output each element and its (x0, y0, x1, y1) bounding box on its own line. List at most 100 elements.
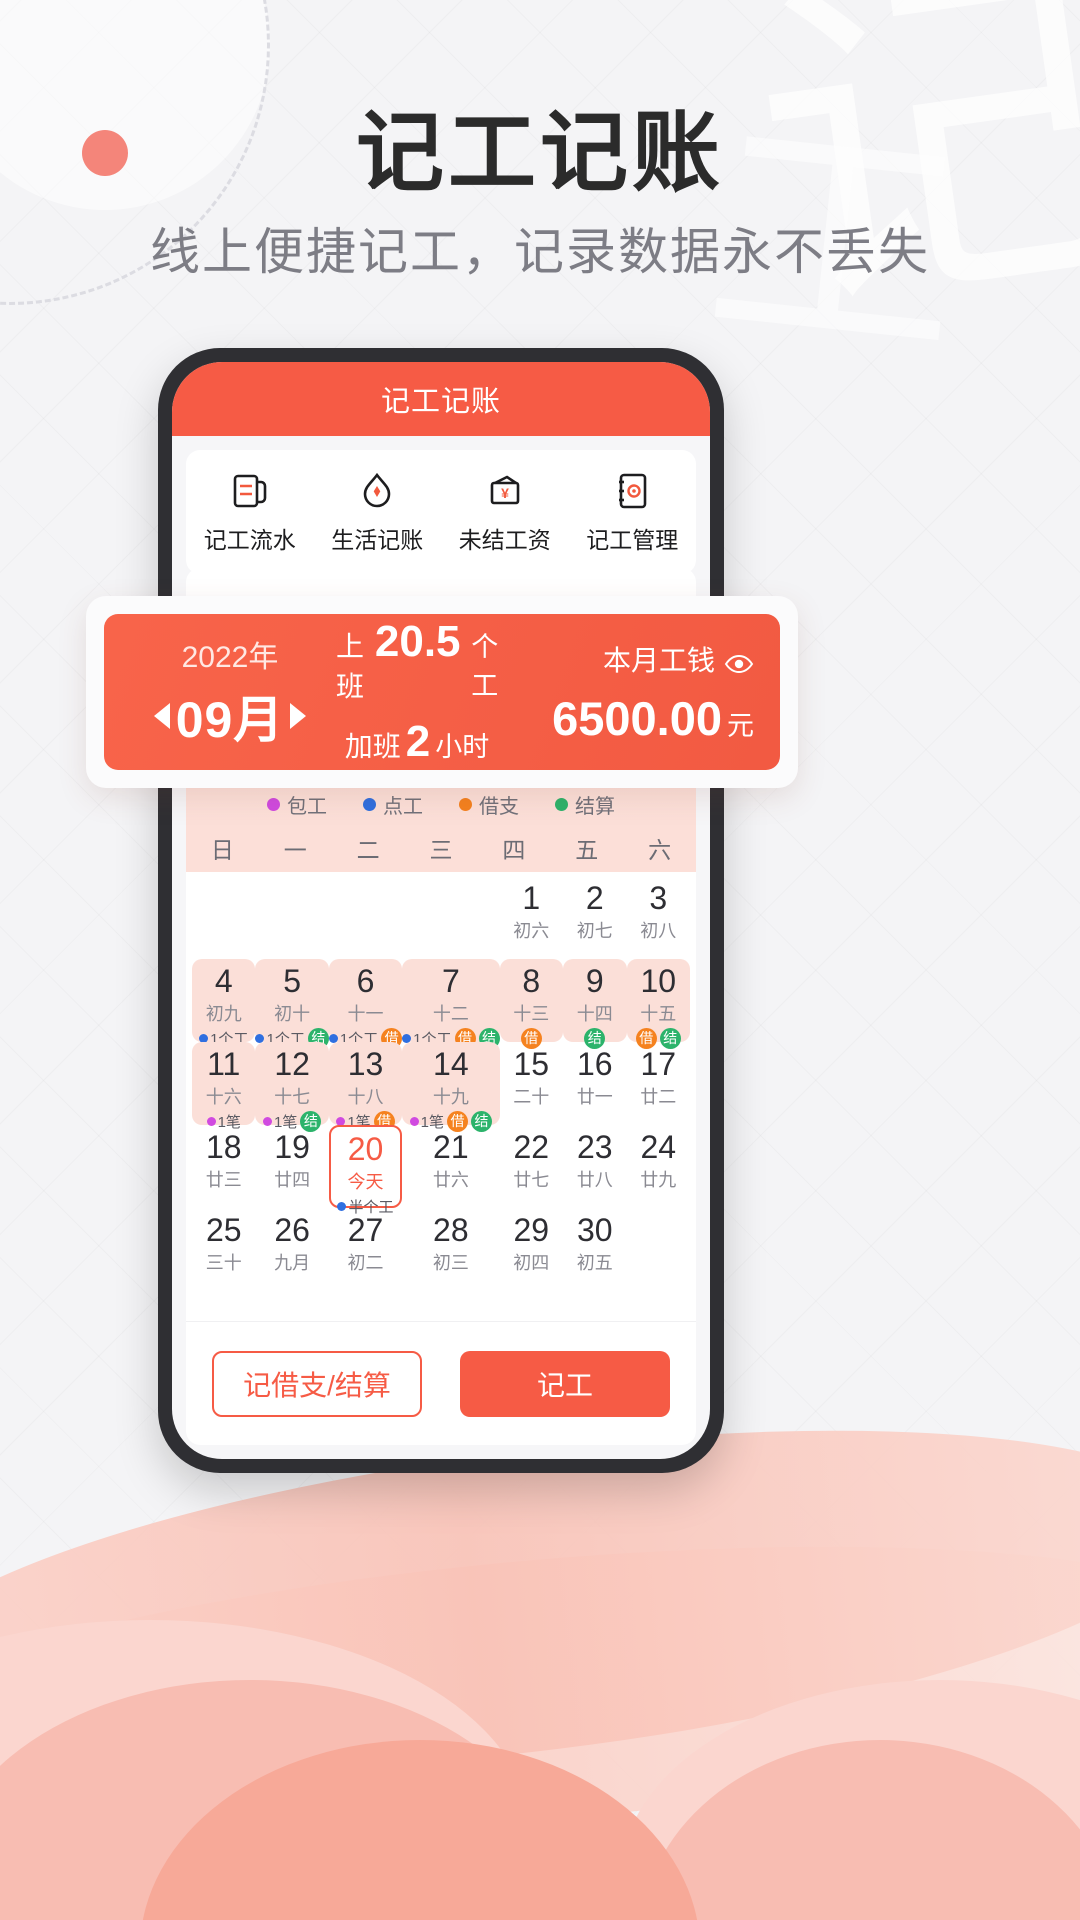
calendar-cell[interactable]: 10 十五借结 (626, 959, 690, 1049)
calendar-cell[interactable]: 18 廿三 (192, 1125, 255, 1208)
calendar-cell-empty (329, 876, 402, 959)
summary-card-shell: 2022年 09月 上班 20.5 个工 加班 2 小时 本月工钱 6500.0… (86, 596, 798, 788)
calendar-day-number: 7 (441, 963, 460, 999)
calendar-day-number: 24 (640, 1129, 677, 1165)
calendar-day-lunar: 初八 (640, 920, 677, 941)
calendar-day-lunar: 二十 (513, 1086, 550, 1107)
calendar-day-lunar: 十八 (347, 1086, 384, 1107)
legend-item-daily: 点工 (363, 790, 423, 819)
calendar-cell[interactable]: 28 初三 (402, 1208, 499, 1291)
legend-item-settle: 结算 (555, 790, 615, 819)
month-selector[interactable]: 2022年 09月 (130, 632, 330, 752)
workdays-label: 上班 (335, 631, 364, 702)
calendar-day-number: 23 (576, 1129, 613, 1165)
calendar-day-number: 8 (522, 963, 541, 999)
calendar-day-number: 21 (433, 1129, 469, 1165)
calendar-cell[interactable]: 15 二十 (500, 1042, 564, 1125)
calendar-cell[interactable]: 26 九月 (255, 1208, 328, 1291)
calendar-cell[interactable]: 22 廿七 (500, 1125, 564, 1208)
calendar-cell[interactable]: 19 廿四 (255, 1125, 328, 1208)
quick-menu-item-manage[interactable]: 记工管理 (569, 470, 697, 555)
calendar-day-lunar: 廿二 (640, 1086, 677, 1107)
quick-menu-item-unpaid-wage[interactable]: ¥ 未结工资 (441, 470, 569, 555)
ledger-icon (229, 470, 271, 512)
calendar-day-number: 29 (513, 1212, 550, 1248)
overtime-label: 加班 (344, 731, 401, 762)
droplet-spark-icon (356, 470, 398, 512)
calendar-day-lunar: 十三 (513, 1003, 550, 1024)
calendar-cell[interactable]: 1 初六 (500, 876, 564, 959)
calendar-cell[interactable]: 9 十四结 (563, 959, 627, 1049)
calendar-day-number: 3 (649, 880, 668, 916)
calendar-cell-empty (402, 876, 499, 959)
calendar-day-lunar: 初七 (576, 920, 613, 941)
calendar-day-number: 19 (274, 1129, 310, 1165)
calendar-cell[interactable]: 8 十三借 (499, 959, 564, 1049)
calendar-cell[interactable]: 12 十七 1笔结 (255, 1042, 329, 1132)
calendar-cell[interactable]: 11 十六 1笔 (192, 1042, 256, 1131)
calendar-cell[interactable]: 14 十九 1笔借结 (402, 1042, 500, 1132)
overtime-unit: 小时 (435, 732, 490, 762)
record-advance-settle-button[interactable]: 记借支/结算 (212, 1350, 422, 1417)
calendar-day-number: 15 (513, 1046, 550, 1082)
calendar-day-number: 27 (347, 1212, 384, 1248)
calendar-cell[interactable]: 23 廿八 (563, 1125, 626, 1208)
calendar-cell[interactable]: 25 三十 (192, 1208, 255, 1291)
calendar-cell[interactable]: 5 初十 1个工结 (255, 959, 329, 1049)
legend-label: 借支 (479, 795, 519, 818)
next-month-arrow-icon[interactable] (290, 703, 307, 729)
calendar-day-number: 25 (205, 1212, 242, 1248)
calendar-cell[interactable]: 27 初二 (329, 1208, 402, 1291)
workdays-value: 20.5 (374, 617, 461, 666)
calendar-cell[interactable]: 7 十二 1个工借结 (402, 959, 500, 1049)
calendar-day-lunar: 初九 (205, 1003, 242, 1024)
calendar-day-number: 20 (347, 1131, 384, 1167)
calendar-day-number: 11 (207, 1046, 241, 1082)
eye-icon[interactable] (724, 649, 754, 673)
calendar-cell[interactable]: 3 初八 (627, 876, 691, 959)
calendar-cell[interactable]: 16 廿一 (563, 1042, 626, 1125)
calendar-cell[interactable]: 29 初四 (500, 1208, 564, 1291)
weekday-label: 二 (356, 837, 380, 863)
calendar-day-lunar: 廿四 (274, 1169, 311, 1190)
quick-menu-item-life-ledger[interactable]: 生活记账 (314, 470, 442, 555)
calendar-day-number: 9 (585, 963, 604, 999)
calendar-cell[interactable]: 13 十八 1笔借 (328, 1042, 403, 1132)
calendar-cell-today[interactable]: 20 今天 半个工 (328, 1125, 403, 1216)
calendar-day-number: 16 (576, 1046, 613, 1082)
calendar-cell-empty (192, 876, 255, 959)
calendar-day-lunar: 廿一 (576, 1086, 613, 1107)
page-title: 记工记账 (355, 103, 724, 202)
wage-unit: 元 (727, 710, 754, 741)
weekday-label: 三 (429, 837, 453, 863)
record-work-button[interactable]: 记工 (460, 1350, 670, 1417)
workdays-stat: 上班 20.5 个工 (330, 617, 504, 705)
weekday-label: 四 (502, 837, 526, 863)
svg-text:¥: ¥ (501, 485, 509, 501)
prev-month-arrow-icon[interactable] (153, 703, 170, 729)
navbar-title: 记工记账 (380, 386, 501, 418)
calendar-cell[interactable]: 17 廿二 (627, 1042, 691, 1125)
calendar-day-lunar: 廿七 (513, 1169, 550, 1190)
calendar-day-number: 13 (347, 1046, 384, 1082)
legend-label: 点工 (383, 795, 423, 818)
calendar-cell[interactable]: 4 初九 1个工 (192, 959, 256, 1048)
calendar-cell[interactable]: 24 廿九 (627, 1125, 691, 1208)
calendar-day-lunar: 初三 (432, 1252, 469, 1273)
calendar-cell[interactable]: 30 初五 (563, 1208, 626, 1291)
calendar-day-lunar: 廿九 (640, 1169, 677, 1190)
settings-book-icon (611, 470, 653, 512)
bottom-cloud-band (0, 1400, 1080, 1920)
page-subtitle: 线上便捷记工，记录数据永不丢失 (150, 224, 930, 280)
calendar-day-lunar: 初四 (513, 1252, 550, 1273)
wage-header: 本月工钱 (504, 639, 754, 679)
quick-menu-item-ledger[interactable]: 记工流水 (186, 470, 314, 555)
phone-screen: 记工记账 记工流水 生活记账 ¥ 未结工资 记工管理 包工 点工 借支 结算 日… (172, 362, 710, 1459)
calendar-cell[interactable]: 21 廿六 (402, 1125, 499, 1208)
calendar-day-number: 26 (274, 1212, 310, 1248)
calendar-cell[interactable]: 6 十一 1个工借 (328, 959, 403, 1049)
legend-dot (267, 797, 280, 811)
calendar-cell[interactable]: 2 初七 (563, 876, 626, 959)
calendar-day-lunar: 今天 (347, 1171, 384, 1192)
calendar-day-number: 1 (522, 880, 541, 916)
